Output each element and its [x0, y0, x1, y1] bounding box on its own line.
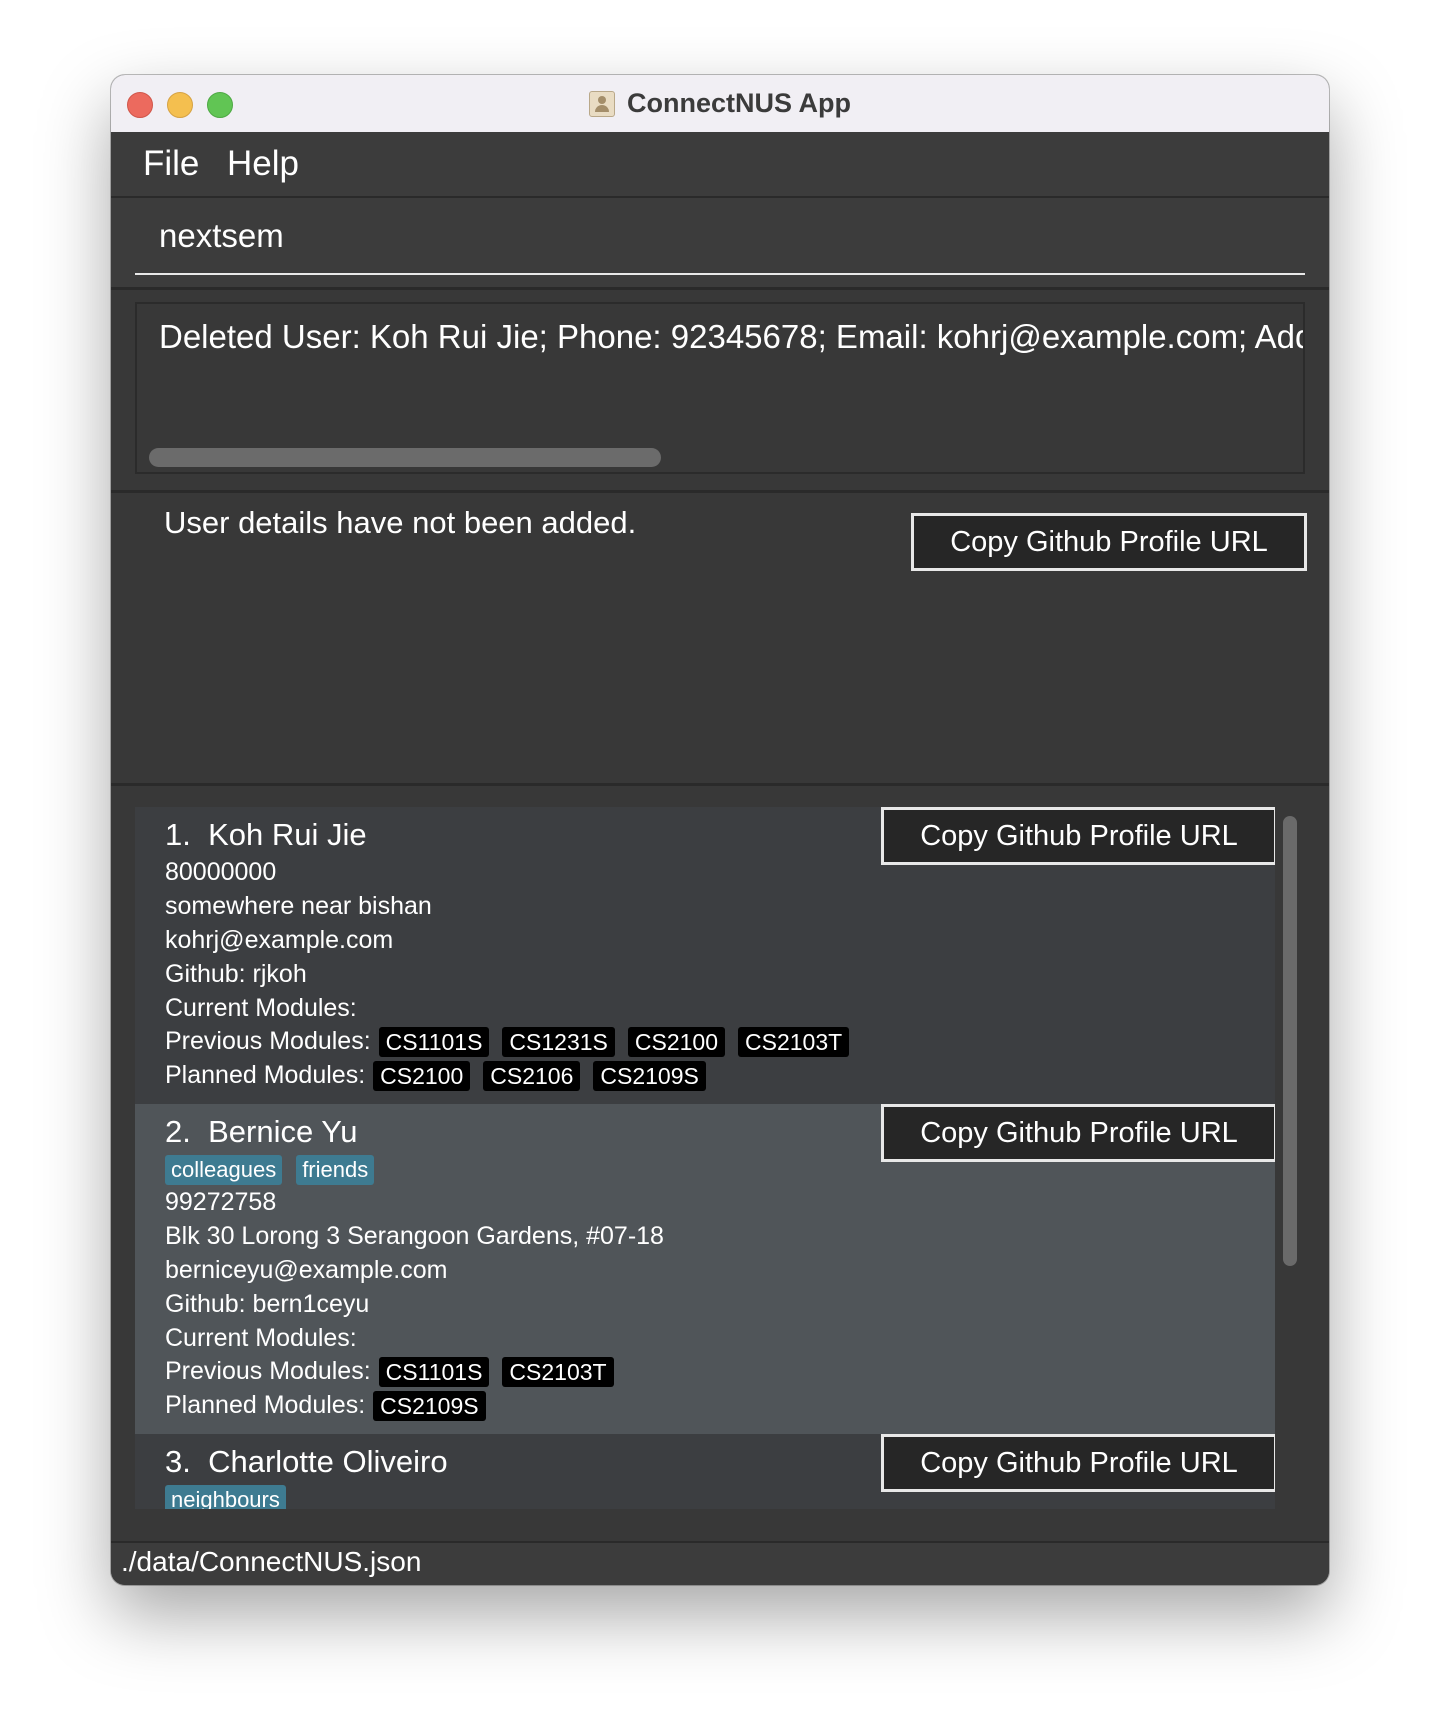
person-phone: 99272758: [165, 1188, 277, 1216]
title-container: ConnectNUS App: [111, 75, 1329, 132]
current-modules-label: Current Modules:: [165, 1324, 357, 1352]
user-detail-message: User details have not been added.: [164, 505, 637, 540]
module-tag: CS2103T: [738, 1026, 850, 1057]
copy-github-url-button[interactable]: Copy Github Profile URL: [911, 513, 1307, 571]
result-display: Deleted User: Koh Rui Jie; Phone: 923456…: [135, 302, 1305, 474]
module-tag: CS2100: [627, 1026, 726, 1057]
module-tag: CS2103T: [502, 1356, 614, 1387]
menu-file[interactable]: File: [143, 144, 199, 184]
person-name-line: 3. Charlotte Oliveiro: [165, 1444, 448, 1480]
tag: colleagues: [165, 1155, 283, 1185]
previous-modules-label: Previous Modules:: [165, 1357, 371, 1385]
vertical-scrollbar-thumb[interactable]: [1283, 816, 1297, 1266]
contact-card-icon: [589, 90, 615, 117]
previous-modules-label: Previous Modules:: [165, 1027, 371, 1055]
person-index: 3.: [165, 1444, 191, 1479]
result-text: Deleted User: Koh Rui Jie; Phone: 923456…: [159, 318, 1303, 355]
copy-github-url-button[interactable]: Copy Github Profile URL: [881, 807, 1275, 865]
tag: friends: [296, 1155, 375, 1185]
module-tag: CS1101S: [378, 1356, 490, 1387]
module-tag: CS1101S: [378, 1026, 490, 1057]
module-tag: CS1231S: [502, 1026, 615, 1057]
person-name: Charlotte Oliveiro: [208, 1444, 448, 1479]
module-tag: CS2100: [373, 1060, 471, 1091]
title-bar: ConnectNUS App: [111, 75, 1329, 133]
module-tag: CS2109S: [593, 1060, 706, 1091]
person-name-line: 1. Koh Rui Jie: [165, 817, 367, 853]
menu-help[interactable]: Help: [227, 144, 299, 184]
person-index: 2.: [165, 1114, 191, 1149]
planned-modules-row: Planned Modules: CS2109S: [165, 1390, 499, 1421]
vertical-scrollbar[interactable]: [1280, 796, 1300, 1516]
data-file-path: ./data/ConnectNUS.json: [121, 1546, 422, 1577]
planned-modules-label: Planned Modules:: [165, 1061, 366, 1089]
command-input[interactable]: [135, 198, 1305, 275]
person-github: Github: rjkoh: [165, 960, 307, 988]
person-card[interactable]: 2. Bernice Yu colleagues friends 9927275…: [135, 1104, 1275, 1434]
planned-modules-label: Planned Modules:: [165, 1391, 366, 1419]
copy-github-url-button[interactable]: Copy Github Profile URL: [881, 1434, 1275, 1492]
person-email: kohrj@example.com: [165, 926, 394, 954]
horizontal-scrollbar[interactable]: [149, 448, 661, 467]
person-list: 1. Koh Rui Jie 80000000 somewhere near b…: [111, 786, 1329, 1541]
person-tags: colleagues friends: [165, 1155, 388, 1185]
person-address: Blk 30 Lorong 3 Serangoon Gardens, #07-1…: [165, 1222, 664, 1250]
person-card[interactable]: 1. Koh Rui Jie 80000000 somewhere near b…: [135, 807, 1275, 1104]
person-index: 1.: [165, 817, 191, 852]
window-title: ConnectNUS App: [627, 88, 851, 118]
copy-github-url-button[interactable]: Copy Github Profile URL: [881, 1104, 1275, 1162]
command-box: [111, 198, 1329, 290]
result-display-panel: Deleted User: Koh Rui Jie; Phone: 923456…: [111, 290, 1329, 493]
person-github: Github: bern1ceyu: [165, 1290, 370, 1318]
app-window: ConnectNUS App File Help Deleted User: K…: [111, 75, 1329, 1585]
current-modules-label: Current Modules:: [165, 994, 357, 1022]
person-name: Bernice Yu: [208, 1114, 358, 1149]
module-tag: CS2109S: [373, 1390, 486, 1421]
previous-modules-row: Previous Modules: CS1101S CS1231S CS2100…: [165, 1026, 862, 1057]
person-card[interactable]: 3. Charlotte Oliveiro neighbours Copy Gi…: [135, 1434, 1275, 1509]
person-phone: 80000000: [165, 858, 277, 886]
person-address: somewhere near bishan: [165, 892, 432, 920]
planned-modules-row: Planned Modules: CS2100 CS2106 CS2109S: [165, 1060, 719, 1091]
previous-modules-row: Previous Modules: CS1101S CS2103T: [165, 1356, 627, 1387]
person-tags: neighbours: [165, 1485, 300, 1509]
person-email: berniceyu@example.com: [165, 1256, 448, 1284]
status-bar: ./data/ConnectNUS.json: [111, 1541, 1329, 1585]
user-detail-panel: User details have not been added. Copy G…: [111, 493, 1329, 786]
module-tag: CS2106: [483, 1060, 581, 1091]
person-name-line: 2. Bernice Yu: [165, 1114, 357, 1150]
menu-bar: File Help: [111, 132, 1329, 198]
person-name: Koh Rui Jie: [208, 817, 367, 852]
tag: neighbours: [165, 1485, 286, 1509]
